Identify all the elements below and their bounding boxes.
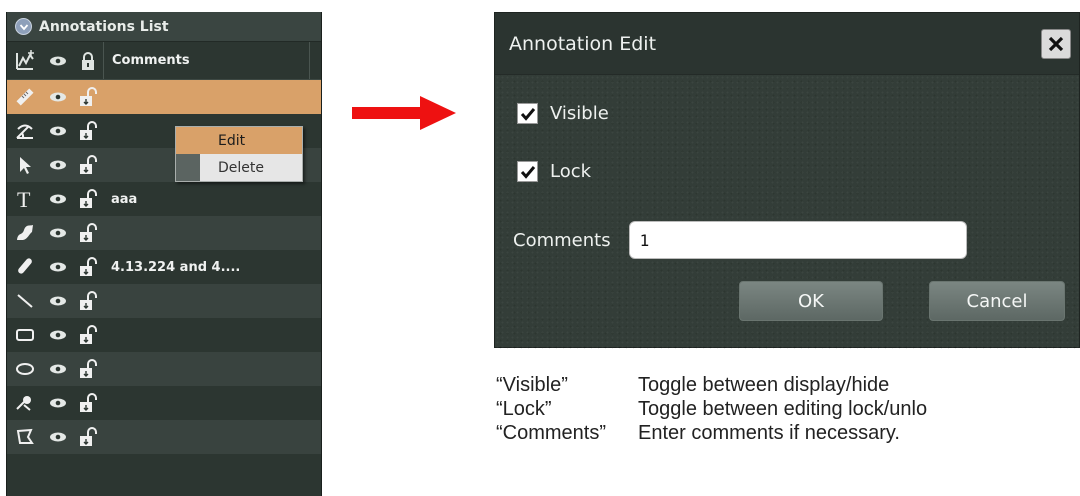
comments-field[interactable]: [628, 221, 967, 259]
eye-icon[interactable]: [43, 386, 73, 420]
dialog-title: Annotation Edit: [495, 13, 1079, 75]
annotation-row[interactable]: Taaa: [7, 182, 321, 216]
annotation-comment: [103, 386, 321, 420]
pointer-arrow-icon: [7, 148, 43, 182]
description-text: Toggle between display/hide: [638, 374, 890, 396]
description-row: “Visible” Toggle between display/hide: [496, 374, 927, 398]
description-row: “Comments” Enter comments if necessary.: [496, 422, 927, 446]
column-header-row: Comments: [7, 42, 321, 80]
unlock-icon[interactable]: [73, 386, 103, 420]
unlock-icon[interactable]: [73, 148, 103, 182]
eye-icon[interactable]: [43, 250, 73, 284]
text-tool-icon: T: [7, 182, 43, 216]
rectangle-icon: [7, 318, 43, 352]
description-text: Enter comments if necessary.: [638, 422, 900, 444]
lock-label: Lock: [550, 161, 592, 182]
unlock-icon[interactable]: [73, 114, 103, 148]
annotations-panel: Annotations List Comments Taaa 4.13.224 a…: [6, 12, 322, 496]
cancel-button[interactable]: Cancel: [929, 281, 1065, 321]
visible-label: Visible: [550, 103, 609, 124]
visible-checkbox[interactable]: [517, 103, 538, 124]
eye-icon[interactable]: [43, 420, 73, 454]
context-menu-edit[interactable]: Edit: [176, 127, 302, 154]
panel-header: Annotations List: [7, 12, 321, 42]
lock-column-icon[interactable]: [73, 42, 103, 79]
ruler-icon: [7, 80, 43, 114]
close-icon: [1048, 36, 1064, 52]
annotation-comment: [103, 216, 321, 250]
eye-icon[interactable]: [43, 114, 73, 148]
comments-column-header[interactable]: Comments: [103, 42, 309, 79]
checkmark-icon: [520, 107, 535, 121]
annotation-comment: 4.13.224 and 4....: [111, 259, 241, 275]
description-row: “Lock” Toggle between editing lock/unlo: [496, 398, 927, 422]
annotation-comment: [103, 318, 321, 352]
unlock-icon[interactable]: [73, 182, 103, 216]
eye-icon[interactable]: [43, 182, 73, 216]
panel-title: Annotations List: [39, 18, 169, 35]
polygon-icon: [7, 420, 43, 454]
annotation-comment: aaa: [111, 191, 138, 207]
context-menu-delete[interactable]: Delete: [200, 154, 302, 181]
unlock-icon[interactable]: [73, 352, 103, 386]
comments-label: Comments: [513, 229, 611, 251]
page: Annotations List Comments Taaa 4.13.224 a…: [0, 0, 1080, 496]
close-button[interactable]: [1041, 29, 1071, 59]
unlock-icon[interactable]: [73, 250, 103, 284]
checkmark-icon: [520, 165, 535, 179]
unlock-icon[interactable]: [73, 420, 103, 454]
lock-checkbox[interactable]: [517, 161, 538, 182]
collapse-icon[interactable]: [15, 18, 32, 35]
context-menu: Edit Delete: [175, 126, 303, 182]
unlock-icon[interactable]: [73, 284, 103, 318]
annotation-row[interactable]: [7, 318, 321, 352]
eye-icon[interactable]: [43, 216, 73, 250]
visible-option[interactable]: Visible: [517, 103, 609, 124]
description-term: “Visible”: [496, 374, 568, 396]
line-icon: [7, 284, 43, 318]
lock-option[interactable]: Lock: [517, 161, 591, 182]
annotation-comment: [103, 352, 321, 386]
eye-icon[interactable]: [43, 352, 73, 386]
annotation-row[interactable]: [7, 216, 321, 250]
annotation-edit-dialog: Annotation Edit Visible Lock Comments O: [494, 12, 1080, 349]
description-term: “Comments”: [496, 422, 607, 444]
annotation-row[interactable]: [7, 284, 321, 318]
option-descriptions: “Visible” Toggle between display/hide “Loc…: [496, 374, 927, 446]
type-column-icon[interactable]: [7, 42, 43, 79]
ok-button[interactable]: OK: [739, 281, 883, 321]
annotation-row[interactable]: 4.13.224 and 4....: [7, 250, 321, 284]
probe-icon: [7, 386, 43, 420]
eye-icon[interactable]: [43, 318, 73, 352]
right-arrow-icon: [352, 96, 456, 130]
annotation-row[interactable]: [7, 420, 321, 454]
angle-icon: [7, 114, 43, 148]
unlock-icon[interactable]: [73, 318, 103, 352]
unlock-icon[interactable]: [73, 216, 103, 250]
freehand-icon: [7, 216, 43, 250]
ellipse-icon: [7, 352, 43, 386]
svg-text:T: T: [17, 188, 31, 210]
visibility-column-icon[interactable]: [43, 42, 73, 79]
dialog-body: Visible Lock Comments OK Cancel: [495, 75, 1079, 349]
description-term: “Lock”: [496, 398, 552, 420]
annotation-comment: [103, 284, 321, 318]
annotation-row[interactable]: [7, 386, 321, 420]
pen-icon: [7, 250, 43, 284]
annotation-comment: [103, 420, 321, 454]
eye-icon[interactable]: [43, 80, 73, 114]
eye-icon[interactable]: [43, 148, 73, 182]
comments-row: Comments: [513, 221, 967, 259]
unlock-icon[interactable]: [73, 80, 103, 114]
annotation-comment: [103, 80, 321, 114]
description-text: Toggle between editing lock/unlo: [638, 398, 928, 420]
annotation-row[interactable]: [7, 80, 321, 114]
column-divider: [309, 42, 321, 79]
eye-icon[interactable]: [43, 284, 73, 318]
annotation-row[interactable]: [7, 352, 321, 386]
